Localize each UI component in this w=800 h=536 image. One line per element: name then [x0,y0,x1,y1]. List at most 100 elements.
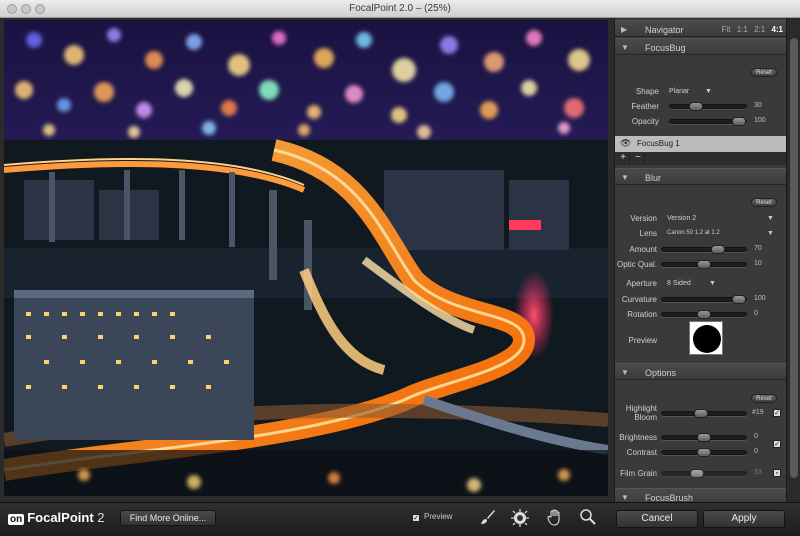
lens-label: Lens [639,229,657,238]
blur-section-header[interactable]: ▼ Blur [615,168,787,185]
version-label: Version [630,214,657,223]
disclosure-down-icon: ▼ [621,493,629,502]
remove-focusbug-button[interactable]: − [632,153,645,164]
brightness-contrast-checkbox[interactable]: ✓ [773,440,781,448]
curvature-value: 100 [754,295,766,302]
film-grain-checkbox[interactable]: ▪ [773,469,781,477]
eye-icon[interactable]: 👁 [620,138,631,149]
brightness-label: Brightness [619,433,657,442]
window-titlebar: FocalPoint 2.0 – (25%) [0,0,800,18]
logo-on-badge: on [8,514,25,525]
zoom-tool-icon[interactable] [578,508,598,528]
navigator-zoom-group: Fit 1:1 2:1 4:1 [718,25,783,34]
highlight-label: Highlight [625,404,657,413]
navigator-label: Navigator [645,25,684,35]
brush-tool-icon[interactable] [478,508,498,528]
amount-slider[interactable] [661,245,747,254]
app-logo: on FocalPoint 2 [8,510,105,525]
feather-slider[interactable] [669,102,747,111]
bloom-checkbox[interactable]: ✓ [773,409,781,417]
focusbug-list-item[interactable]: 👁 FocusBug 1 [615,136,787,152]
focusbug-section-header[interactable]: ▼ FocusBug [615,38,787,55]
rotation-value: 0 [754,310,758,317]
navigator-section-header[interactable]: ▶ Navigator Fit 1:1 2:1 4:1 [615,20,787,37]
options-reset-button[interactable]: Reset [751,394,777,403]
contrast-slider-knob[interactable] [697,448,711,457]
brightness-slider[interactable] [661,433,747,442]
film-grain-slider-knob[interactable] [690,469,704,478]
chevron-down-icon[interactable]: ▼ [767,230,774,237]
aperture-label: Aperture [626,279,657,288]
adjustments-panel: ▶ Navigator Fit 1:1 2:1 4:1 ▼ FocusBug R… [614,18,787,505]
rotation-slider[interactable] [661,310,747,319]
brightness-value: 0 [754,433,758,440]
blur-reset-button[interactable]: Reset [751,198,777,207]
zoom-4-1-button[interactable]: 4:1 [771,25,783,34]
curvature-slider[interactable] [661,295,747,304]
bottom-toolbar: on FocalPoint 2 Find More Online... ✓ Prev… [0,502,800,536]
brightness-slider-knob[interactable] [697,433,711,442]
optic-quality-label: Optic Qual. [616,260,657,269]
bokeh-preview [689,321,723,355]
image-canvas[interactable] [4,20,608,496]
focusbug-add-remove-bar: + − [615,152,787,165]
window-title: FocalPoint 2.0 – (25%) [349,3,451,14]
opacity-slider-knob[interactable] [732,117,746,126]
rotation-label: Rotation [627,310,657,319]
hand-tool-icon[interactable] [545,508,565,528]
chevron-down-icon[interactable]: ▼ [705,88,712,95]
amount-label: Amount [629,245,657,254]
focusbug-label: FocusBug [645,43,686,53]
focusbug-item-name: FocusBug 1 [637,139,680,148]
shape-label: Shape [635,87,659,96]
contrast-slider[interactable] [661,448,747,457]
preview-toggle-label: Preview [424,512,453,521]
panel-scrollbar-thumb[interactable] [790,38,798,478]
preview-checkbox[interactable]: ✓ [412,514,420,522]
find-more-online-button[interactable]: Find More Online... [120,510,216,526]
apply-button[interactable]: Apply [703,510,785,528]
disclosure-down-icon: ▼ [621,368,629,377]
chevron-down-icon[interactable]: ▼ [767,215,774,222]
film-grain-label: Film Grain [620,469,657,478]
bloom-value: #19 [752,409,764,416]
panel-scrollbar[interactable] [786,18,800,502]
zoom-fit-button[interactable]: Fit [722,25,731,34]
aperture-dropdown[interactable]: 8 Sided [667,280,691,287]
preview-toggle[interactable]: ✓ Preview [412,512,452,522]
add-focusbug-button[interactable]: + [617,153,630,164]
optic-quality-slider[interactable] [661,260,747,269]
bloom-slider-knob[interactable] [694,409,708,418]
blur-label: Blur [645,173,662,183]
feather-slider-knob[interactable] [689,102,703,111]
highway-night-photo [4,20,608,496]
focusbug-tool-icon[interactable] [510,508,530,528]
disclosure-right-icon: ▶ [621,25,628,34]
chevron-down-icon[interactable]: ▼ [709,280,716,287]
focusbug-reset-button[interactable]: Reset [751,68,777,77]
curvature-slider-knob[interactable] [732,295,746,304]
opacity-value: 100 [754,117,766,124]
opacity-label: Opacity [631,117,659,126]
options-section-header[interactable]: ▼ Options [615,363,787,380]
amount-slider-knob[interactable] [711,245,725,254]
amount-value: 70 [754,245,762,252]
opacity-slider[interactable] [669,117,747,126]
lens-dropdown[interactable]: Canon 50 1.2 at 1.2 [667,230,720,236]
contrast-value: 0 [754,448,758,455]
feather-value: 30 [754,102,762,109]
disclosure-down-icon: ▼ [621,173,629,182]
film-grain-value: 33 [754,469,762,476]
rotation-slider-knob[interactable] [697,310,711,319]
aperture-shape-icon [693,325,721,353]
optic-quality-slider-knob[interactable] [697,260,711,269]
film-grain-slider[interactable] [661,469,747,478]
shape-dropdown[interactable]: Planar [669,88,689,95]
zoom-2-1-button[interactable]: 2:1 [754,25,765,34]
cancel-button[interactable]: Cancel [616,510,698,528]
logo-version: 2 [97,510,105,525]
version-dropdown[interactable]: Version 2 [667,215,696,222]
zoom-1-1-button[interactable]: 1:1 [737,25,748,34]
contrast-label: Contrast [626,448,657,457]
bloom-slider[interactable] [661,409,747,418]
